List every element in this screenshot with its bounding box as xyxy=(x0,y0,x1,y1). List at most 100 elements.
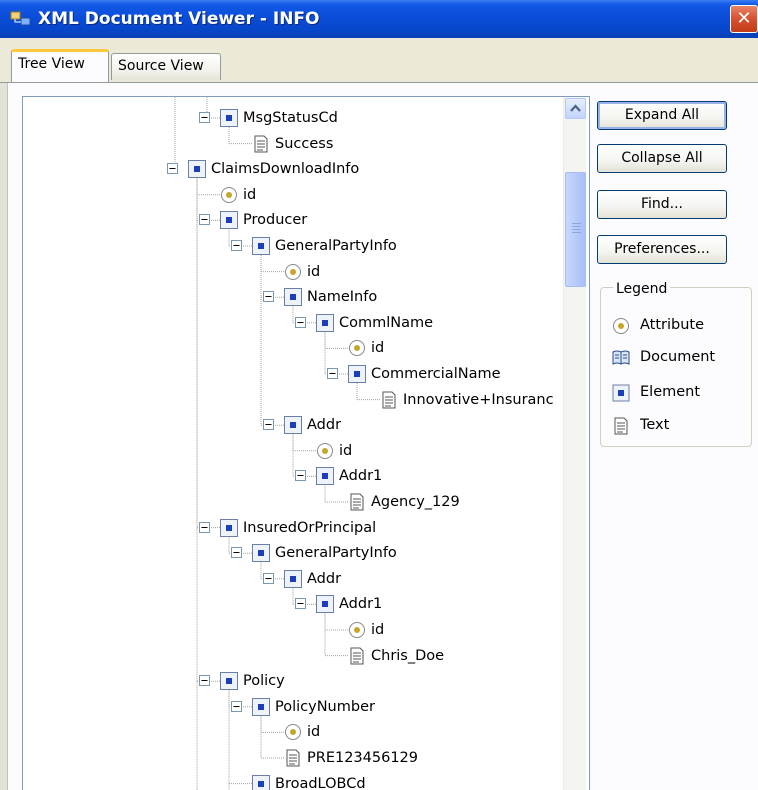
legend-label: Attribute xyxy=(640,317,705,333)
element-icon xyxy=(284,569,302,588)
text-icon xyxy=(614,417,628,435)
collapse-toggle-icon[interactable] xyxy=(295,470,306,482)
tree-node-element[interactable]: NameInfo xyxy=(23,286,583,308)
element-icon xyxy=(220,109,238,127)
attribute-icon xyxy=(317,442,333,459)
collapse-toggle-icon[interactable] xyxy=(295,316,306,328)
preferences-button[interactable]: Preferences... xyxy=(597,235,727,264)
tree-node-text[interactable]: Success xyxy=(23,133,583,155)
element-icon xyxy=(284,288,302,307)
tree-node-text[interactable]: Agency_129 xyxy=(23,491,583,513)
tree-node-element[interactable]: Addr1 xyxy=(23,465,583,487)
tree-node-label: Addr1 xyxy=(339,468,383,485)
element-icon xyxy=(220,672,238,691)
tree-node-element[interactable]: InsuredOrPrincipal xyxy=(23,517,583,539)
legend-title: Legend xyxy=(613,281,671,297)
collapse-toggle-icon[interactable] xyxy=(199,675,210,687)
scroll-thumb[interactable] xyxy=(565,172,586,287)
tree-node-element[interactable]: Producer xyxy=(23,209,583,231)
tree-node-label: Chris_Doe xyxy=(371,647,445,664)
tree-node-label: Success xyxy=(275,135,334,152)
collapse-toggle-icon[interactable] xyxy=(199,214,210,226)
tree-node-label: GeneralPartyInfo xyxy=(275,238,397,254)
window-left-border xyxy=(0,83,8,790)
tab-tree-view[interactable]: Tree View xyxy=(11,49,109,82)
attribute-icon xyxy=(285,724,301,741)
tree-node-text[interactable]: PRE123456129 xyxy=(23,747,583,769)
attribute-icon xyxy=(349,622,365,638)
tree-node-element[interactable]: MsgStatusCd xyxy=(23,107,583,129)
tree-node-element[interactable]: Addr xyxy=(23,414,583,436)
tab-source-view[interactable]: Source View xyxy=(111,53,221,80)
tree-node-element[interactable]: CommercialName xyxy=(23,363,583,385)
element-icon xyxy=(284,416,302,435)
tab-strip: Tree View Source View xyxy=(0,38,758,84)
tree-node-element[interactable]: Addr xyxy=(23,568,583,590)
xml-tree-view[interactable]: MsgStatusCd Success ClaimsDownloadInfo id Pr… xyxy=(22,96,590,790)
element-icon xyxy=(252,774,270,790)
tree-node-label: Innovative+Insuranc xyxy=(403,391,554,408)
tree-node-element[interactable]: GeneralPartyInfo xyxy=(23,542,583,564)
text-icon xyxy=(350,647,364,665)
tree-node-label: id xyxy=(243,186,257,203)
tree-node-label: Addr xyxy=(307,570,342,587)
tree-node-label: GeneralPartyInfo xyxy=(275,545,397,562)
tree-node-element[interactable]: Addr1 xyxy=(23,593,583,615)
collapse-toggle-icon[interactable] xyxy=(263,291,274,303)
tree-node-label: id xyxy=(307,724,321,741)
tree-node-label: Agency_129 xyxy=(371,494,460,510)
tree-node-attribute[interactable]: id xyxy=(23,721,583,743)
tree-node-text[interactable]: Innovative+Insuranc xyxy=(23,389,583,411)
legend-label: Element xyxy=(640,384,701,400)
tree-node-attribute[interactable]: id xyxy=(23,184,583,206)
tree-node-label: Policy xyxy=(243,673,285,690)
tree-node-element[interactable]: CommlName xyxy=(23,312,583,334)
title-bar: XML Document Viewer - INFO ✕ xyxy=(0,0,758,38)
tree-node-element[interactable]: ClaimsDownloadInfo xyxy=(23,158,583,180)
close-button[interactable]: ✕ xyxy=(730,5,758,33)
tree-node-element[interactable]: GeneralPartyInfo xyxy=(23,235,583,257)
collapse-toggle-icon[interactable] xyxy=(295,598,306,610)
vertical-scrollbar[interactable] xyxy=(563,97,586,790)
document-icon xyxy=(612,350,630,365)
collapse-toggle-icon[interactable] xyxy=(231,700,242,712)
element-icon xyxy=(188,160,206,179)
find-button[interactable]: Find... xyxy=(597,190,727,219)
collapse-toggle-icon[interactable] xyxy=(199,112,210,123)
app-icon xyxy=(10,11,31,26)
tree-node-attribute[interactable]: id xyxy=(23,337,583,359)
element-icon xyxy=(316,467,334,486)
scroll-grip xyxy=(572,223,581,224)
collapse-toggle-icon[interactable] xyxy=(199,521,210,533)
element-icon xyxy=(252,697,270,716)
element-icon xyxy=(220,518,238,537)
collapse-toggle-icon[interactable] xyxy=(231,547,242,559)
collapse-all-button[interactable]: Collapse All xyxy=(597,144,727,173)
scroll-up-button[interactable] xyxy=(565,98,586,119)
tree-node-label: PolicyNumber xyxy=(275,698,375,715)
collapse-toggle-icon[interactable] xyxy=(263,572,274,584)
collapse-toggle-icon[interactable] xyxy=(231,240,242,251)
attribute-icon xyxy=(285,263,301,280)
tree-node-attribute[interactable]: id xyxy=(23,261,583,283)
scroll-grip xyxy=(572,232,581,233)
tree-node-label: ClaimsDownloadInfo xyxy=(211,161,360,178)
tree-node-label: Producer xyxy=(243,212,308,229)
tree-node-element[interactable]: BroadLOBCd xyxy=(23,773,583,790)
expand-all-button[interactable]: Expand All xyxy=(597,101,727,130)
text-icon xyxy=(350,493,364,511)
tree-node-element[interactable]: PolicyNumber xyxy=(23,696,583,718)
tree-node-element[interactable]: Policy xyxy=(23,670,583,692)
collapse-toggle-icon[interactable] xyxy=(263,419,274,431)
tree-node-attribute[interactable]: id xyxy=(23,619,583,641)
element-icon xyxy=(220,211,238,230)
tree-node-attribute[interactable]: id xyxy=(23,440,583,462)
tree-node-text[interactable]: Chris_Doe xyxy=(23,645,583,667)
collapse-toggle-icon[interactable] xyxy=(327,368,338,379)
tree-node-label: InsuredOrPrincipal xyxy=(243,519,377,536)
attribute-icon xyxy=(221,186,237,203)
tree-node-label: Addr1 xyxy=(339,596,383,613)
tree-node-label: BroadLOBCd xyxy=(275,775,366,790)
collapse-toggle-icon[interactable] xyxy=(167,163,178,175)
tree-node-label: CommercialName xyxy=(371,366,501,382)
